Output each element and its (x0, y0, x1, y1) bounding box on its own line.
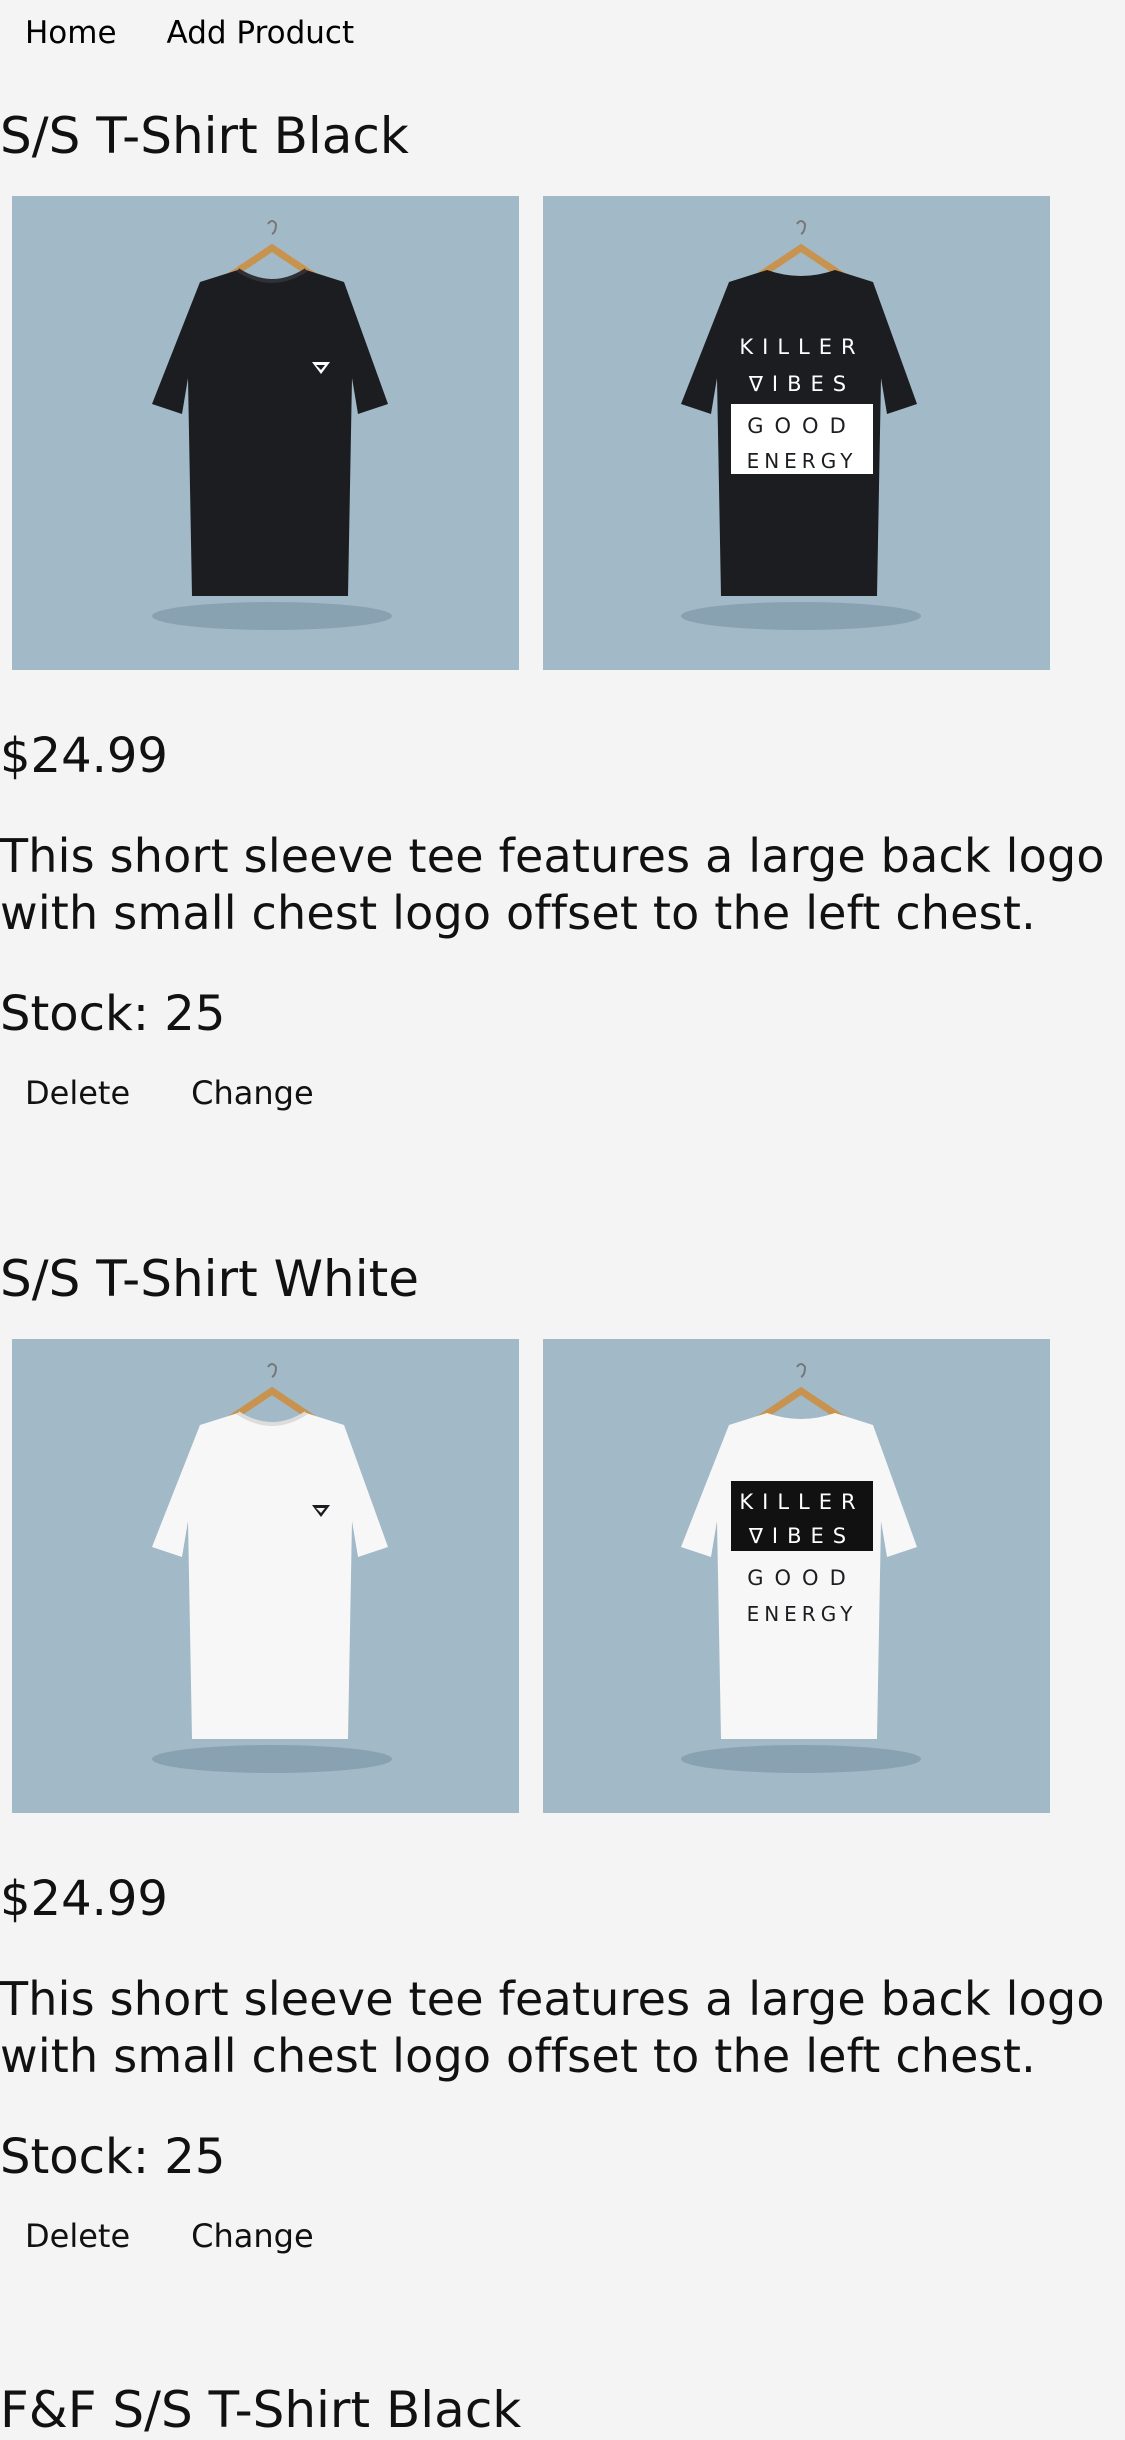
product-stock: Stock: 25 (0, 986, 226, 1042)
print-line1: KILLER (739, 1490, 864, 1514)
product-title-next: F&F S/S T-Shirt Black (0, 2381, 522, 2439)
print-line4: ENERGY (747, 1602, 858, 1626)
product-image-front (12, 1339, 519, 1813)
print-line3: GOOD (747, 1566, 857, 1590)
change-button[interactable]: Change (191, 1074, 314, 1112)
delete-button[interactable]: Delete (25, 2217, 130, 2255)
product-actions: Delete Change (0, 1074, 350, 1112)
product-price: $24.99 (0, 1871, 168, 1927)
nav-home-link[interactable]: Home (25, 15, 117, 51)
product-description: This short sleeve tee features a large b… (0, 1972, 1105, 2083)
top-nav: Home Add Product (0, 0, 379, 66)
product-image-back: KILLER ∇IBES GOOD ENERGY (543, 1339, 1050, 1813)
product-actions: Delete Change (0, 2217, 350, 2255)
product-description: This short sleeve tee features a large b… (0, 829, 1105, 940)
product-price: $24.99 (0, 728, 168, 784)
nav-add-product-link[interactable]: Add Product (167, 15, 355, 51)
product-title: S/S T-Shirt White (0, 1250, 419, 1308)
print-line1: KILLER (739, 335, 864, 359)
print-line2: ∇IBES (748, 372, 855, 396)
delete-button[interactable]: Delete (25, 1074, 130, 1112)
print-line2: ∇IBES (748, 1524, 855, 1548)
print-line4: ENERGY (747, 449, 858, 473)
print-line3: GOOD (747, 414, 857, 438)
product-image-back: KILLER ∇IBES GOOD ENERGY (543, 196, 1050, 670)
product-image-front (12, 196, 519, 670)
change-button[interactable]: Change (191, 2217, 314, 2255)
product-stock: Stock: 25 (0, 2129, 226, 2185)
product-title: S/S T-Shirt Black (0, 107, 409, 165)
